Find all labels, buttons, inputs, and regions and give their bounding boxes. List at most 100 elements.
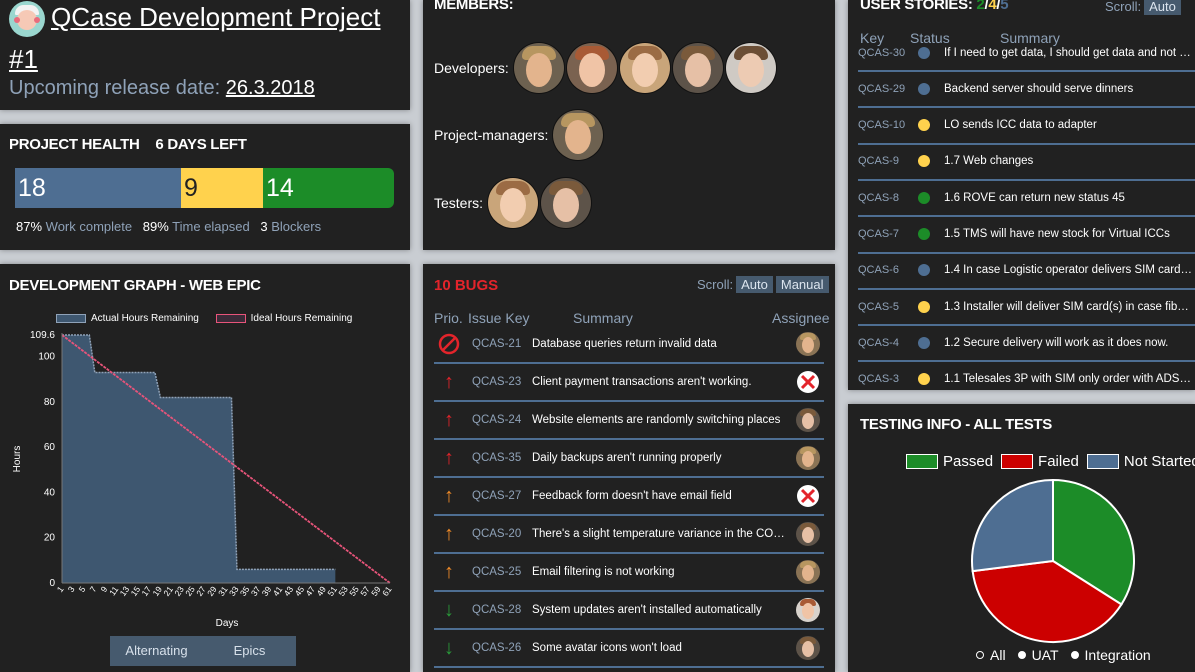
assignee-avatar[interactable] xyxy=(796,446,820,470)
story-key[interactable]: QCAS-10 xyxy=(858,119,916,131)
bug-key[interactable]: QCAS-35 xyxy=(472,452,532,464)
stories-todo-count: 5 xyxy=(1000,0,1009,13)
story-key[interactable]: QCAS-6 xyxy=(858,264,916,276)
development-graph-panel: DEVELOPMENT GRAPH - WEB EPIC Actual Hour… xyxy=(0,264,410,672)
story-row[interactable]: QCAS-4 1.2 Secure delivery will work as i… xyxy=(858,325,1195,363)
story-key[interactable]: QCAS-30 xyxy=(858,47,916,59)
priority-low-icon: ↓ xyxy=(444,598,454,621)
legend-passed[interactable]: Passed xyxy=(906,453,993,470)
story-key[interactable]: QCAS-9 xyxy=(858,155,916,167)
bug-summary: Feedback form doesn't have email field xyxy=(532,490,732,502)
developer-avatar[interactable] xyxy=(672,43,723,93)
developer-avatar[interactable] xyxy=(725,43,776,93)
developer-avatar[interactable] xyxy=(566,43,617,93)
time-elapsed-stat: 89% Time elapsed xyxy=(142,219,250,234)
bug-row[interactable]: ↑ QCAS-23 Client payment transactions aren… xyxy=(434,364,824,402)
bug-key[interactable]: QCAS-23 xyxy=(472,376,532,388)
filter-integration-radio[interactable]: Integration xyxy=(1070,647,1151,663)
assignee-avatar[interactable] xyxy=(796,598,820,622)
story-row[interactable]: QCAS-29 Backend server should serve dinne… xyxy=(858,71,1195,109)
user-stories-title: USER STORIES: 2/4/5 xyxy=(860,0,1009,13)
bugs-scroll-auto-button[interactable]: Auto xyxy=(736,276,773,293)
project-health-header: PROJECT HEALTH 6 DAYS LEFT xyxy=(9,136,259,153)
status-dot-icon xyxy=(918,82,930,95)
y-tick-label: 60 xyxy=(44,442,56,453)
story-key[interactable]: QCAS-3 xyxy=(858,373,916,385)
filter-uat-radio[interactable]: UAT xyxy=(1017,647,1059,663)
project-title-link[interactable]: QCase Development Project xyxy=(51,2,380,33)
bug-row[interactable]: ↑ QCAS-27 Feedback form doesn't have email… xyxy=(434,478,824,516)
pie-slice-not-started[interactable] xyxy=(971,478,1054,573)
story-row[interactable]: QCAS-9 1.7 Web changes xyxy=(858,144,1195,181)
epics-button[interactable]: Epics xyxy=(203,636,296,666)
project-number-link[interactable]: #1 xyxy=(9,44,38,75)
legend-not-started[interactable]: Not Started xyxy=(1086,453,1195,470)
story-row[interactable]: QCAS-6 1.4 In case Logistic operator deli… xyxy=(858,253,1195,290)
story-row[interactable]: QCAS-7 1.5 TMS will have new stock for Vi… xyxy=(858,217,1195,254)
unassigned-icon[interactable] xyxy=(796,370,820,394)
story-row[interactable]: QCAS-8 1.6 ROVE can return new status 45 xyxy=(858,180,1195,218)
col-summary: Summary xyxy=(573,310,633,326)
bug-key[interactable]: QCAS-27 xyxy=(472,490,532,502)
story-row[interactable]: QCAS-3 1.1 Telesales 3P with SIM only ord… xyxy=(858,362,1195,390)
legend-failed[interactable]: Failed xyxy=(1001,453,1079,470)
bug-key[interactable]: QCAS-28 xyxy=(472,604,532,616)
alternating-button[interactable]: Alternating xyxy=(110,636,203,666)
bug-key[interactable]: QCAS-25 xyxy=(472,566,532,578)
x-tick-label: 61 xyxy=(380,584,394,598)
developer-avatar[interactable] xyxy=(513,43,564,93)
assignee-avatar[interactable] xyxy=(796,636,820,660)
story-row[interactable]: QCAS-10 LO sends ICC data to adapter xyxy=(858,108,1195,145)
blockers-stat: 3 Blockers xyxy=(260,219,322,234)
bug-row[interactable]: ↑ QCAS-24 Website elements are randomly sw… xyxy=(434,402,824,440)
story-key[interactable]: QCAS-7 xyxy=(858,228,916,240)
tester-avatar[interactable] xyxy=(541,178,592,228)
bugs-panel: 10 BUGS Scroll: Auto Manual Prio. Issue Ke… xyxy=(423,264,835,672)
testers-label: Testers: xyxy=(434,195,484,211)
story-row[interactable]: QCAS-5 1.3 Installer will deliver SIM car… xyxy=(858,289,1195,327)
story-key[interactable]: QCAS-29 xyxy=(858,83,916,95)
bug-key[interactable]: QCAS-20 xyxy=(472,528,532,540)
project-managers-row: Project-managers: xyxy=(434,110,606,160)
bug-row[interactable]: ↑ QCAS-35 Daily backups aren't running pro… xyxy=(434,440,824,478)
graph-toggle: Alternating Epics xyxy=(110,636,296,666)
filter-all-radio[interactable]: All xyxy=(976,647,1006,663)
y-tick-label: 40 xyxy=(44,487,56,498)
bug-key[interactable]: QCAS-24 xyxy=(472,414,532,426)
y-tick-label: 20 xyxy=(44,533,56,544)
story-key[interactable]: QCAS-4 xyxy=(858,337,916,349)
tester-avatar[interactable] xyxy=(488,178,539,228)
x-tick-label: 7 xyxy=(88,584,99,594)
story-key[interactable]: QCAS-8 xyxy=(858,192,916,204)
story-row[interactable]: QCAS-30 If I need to get data, I should g… xyxy=(858,35,1195,72)
col-issue-key: Issue Key xyxy=(468,310,530,326)
work-complete-stat: 87% Work complete xyxy=(16,219,133,234)
assignee-avatar[interactable] xyxy=(796,522,820,546)
bug-row[interactable]: ↓ QCAS-26 Some avatar icons won't load xyxy=(434,630,824,668)
bug-key[interactable]: QCAS-26 xyxy=(472,642,532,654)
developer-avatar[interactable] xyxy=(619,43,670,93)
story-summary: If I need to get data, I should get data… xyxy=(944,46,1195,59)
bug-row[interactable]: ↑ QCAS-20 There's a slight temperature var… xyxy=(434,516,824,554)
bug-row[interactable]: ↑ QCAS-25 Email filtering is not working xyxy=(434,554,824,592)
assignee-avatar[interactable] xyxy=(796,332,820,356)
health-progress-bar: 18 9 14 xyxy=(15,168,394,208)
project-manager-avatar[interactable] xyxy=(553,110,604,160)
assignee-avatar[interactable] xyxy=(796,408,820,432)
bug-summary: Email filtering is not working xyxy=(532,566,675,578)
testing-info-panel: TESTING INFO - ALL TESTS Passed Failed N… xyxy=(848,404,1195,672)
legend-ideal[interactable]: Ideal Hours Remaining xyxy=(215,313,352,324)
legend-actual[interactable]: Actual Hours Remaining xyxy=(56,313,199,324)
unassigned-icon[interactable] xyxy=(796,484,820,508)
bug-key[interactable]: QCAS-21 xyxy=(472,338,532,350)
release-date-link[interactable]: 26.3.2018 xyxy=(226,77,315,99)
bugs-scroll-manual-button[interactable]: Manual xyxy=(775,276,829,293)
story-key[interactable]: QCAS-5 xyxy=(858,301,916,313)
user-stories-panel: USER STORIES: 2/4/5 Scroll: Auto Key Stat… xyxy=(848,0,1195,390)
testing-info-title: TESTING INFO - ALL TESTS xyxy=(860,416,1052,433)
bug-row[interactable]: ↓ QCAS-28 System updates aren't installed … xyxy=(434,592,824,630)
bug-summary: Website elements are randomly switching … xyxy=(532,414,781,426)
bug-row[interactable]: QCAS-21 Database queries return invalid d… xyxy=(434,326,824,364)
assignee-avatar[interactable] xyxy=(796,560,820,584)
stories-scroll-auto-button[interactable]: Auto xyxy=(1144,0,1181,15)
